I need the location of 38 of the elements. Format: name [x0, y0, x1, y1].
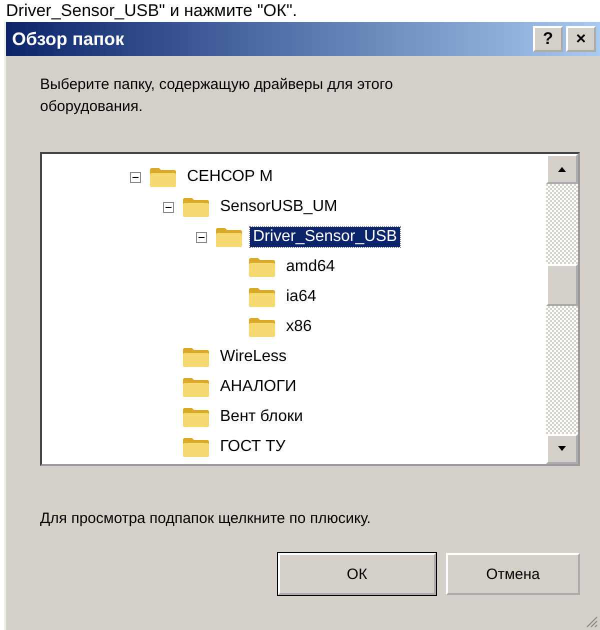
cancel-button[interactable]: Отмена [446, 553, 580, 595]
scroll-thumb[interactable] [546, 264, 578, 306]
folder-icon [182, 346, 210, 368]
folder-item[interactable]: ГОСТ ТУ [217, 437, 288, 457]
folder-item[interactable]: x86 [283, 317, 315, 337]
folder-icon [149, 166, 177, 188]
folder-icon [248, 286, 276, 308]
folder-item[interactable]: ia64 [283, 287, 320, 307]
ok-button[interactable]: ОК [278, 553, 436, 595]
resize-grip-icon[interactable] [584, 614, 598, 628]
down-arrow-icon [557, 446, 567, 452]
scroll-up-button[interactable] [546, 154, 578, 184]
folder-icon [182, 376, 210, 398]
folder-item[interactable]: amd64 [283, 257, 338, 277]
folder-item[interactable]: Driver_Sensor_USB [250, 227, 400, 247]
folder-icon [182, 406, 210, 428]
up-arrow-icon [557, 166, 567, 172]
window-title: Обзор папок [12, 28, 124, 50]
scroll-down-button[interactable] [546, 434, 578, 464]
folder-icon [182, 196, 210, 218]
folder-item[interactable]: СЕНСОР М [184, 167, 276, 187]
folder-icon [182, 436, 210, 458]
collapse-toggle-icon[interactable] [128, 172, 142, 182]
scrollbar[interactable] [546, 154, 578, 464]
folder-item[interactable]: SensorUSB_UM [217, 197, 340, 217]
help-button[interactable]: ? [533, 26, 563, 52]
folder-item[interactable]: Вент блоки [217, 407, 306, 427]
collapse-toggle-icon[interactable] [194, 232, 208, 242]
caption-text: Driver_Sensor_USB" и нажмите "ОК". [5, 0, 298, 22]
folder-icon [215, 226, 243, 248]
folder-icon [248, 256, 276, 278]
folder-icon [248, 316, 276, 338]
folder-item[interactable]: АНАЛОГИ [217, 377, 300, 397]
collapse-toggle-icon[interactable] [161, 202, 175, 212]
hint-text: Для просмотра подпапок щелкните по плюсику. [40, 510, 372, 527]
prompt-text: Выберите папку, содержащую драйверы для этого оборудования. [40, 75, 394, 117]
folder-item[interactable]: WireLess [217, 347, 290, 367]
close-button[interactable]: × [566, 26, 596, 52]
